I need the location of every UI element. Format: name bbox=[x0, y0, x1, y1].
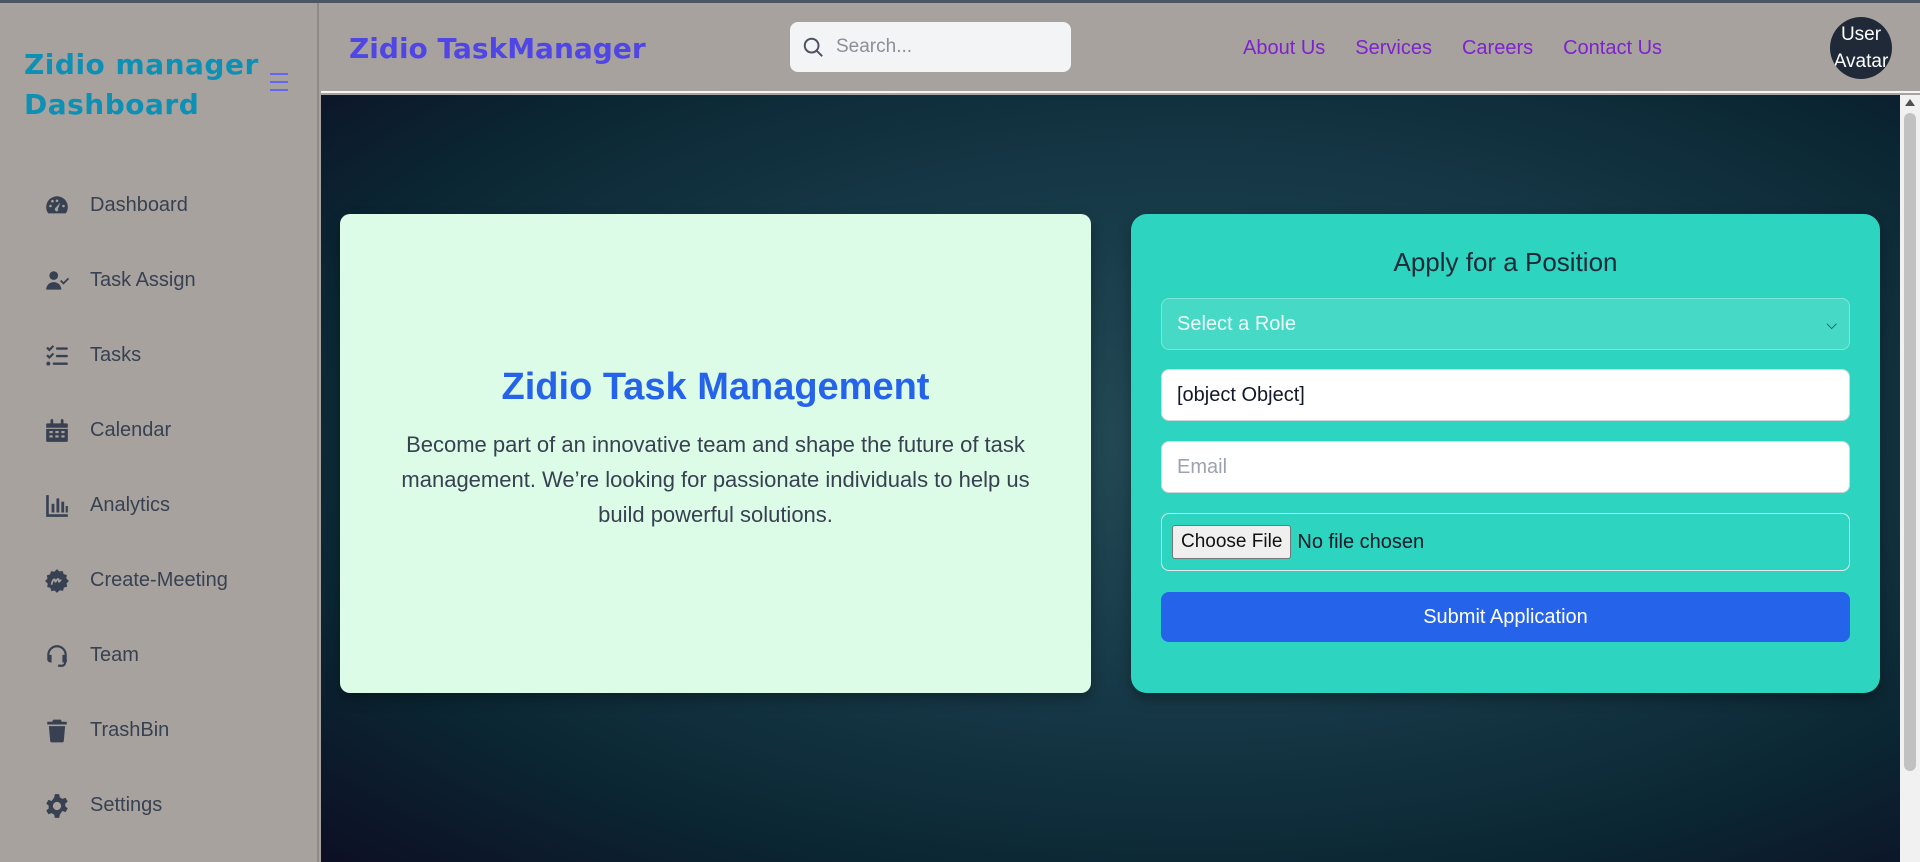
list-check-icon bbox=[44, 343, 70, 369]
role-select-value: Select a Role bbox=[1177, 312, 1296, 335]
chevron-down-icon: ⌵ bbox=[1826, 315, 1837, 332]
search-input[interactable] bbox=[836, 36, 1056, 58]
hero-card: Zidio Task Management Become part of an … bbox=[340, 214, 1091, 693]
resume-file-input[interactable]: Choose File No file chosen bbox=[1161, 513, 1850, 571]
email-field[interactable]: Email bbox=[1161, 441, 1850, 493]
app-title: Zidio TaskManager bbox=[349, 32, 646, 65]
submit-application-button[interactable]: Submit Application bbox=[1161, 592, 1850, 642]
trash-icon bbox=[44, 718, 70, 744]
sidebar-item-create-meeting[interactable]: Create-Meeting bbox=[0, 543, 317, 618]
main-content: Zidio Task Management Become part of an … bbox=[321, 95, 1900, 862]
form-title: Apply for a Position bbox=[1393, 247, 1618, 277]
hero-title: Zidio Task Management bbox=[501, 365, 930, 408]
headset-icon bbox=[44, 643, 70, 669]
sidebar-item-task-assign[interactable]: Task Assign bbox=[0, 243, 317, 318]
sidebar: Zidio manager Dashboard Dashboard Task A… bbox=[0, 3, 319, 862]
sidebar-item-analytics[interactable]: Analytics bbox=[0, 468, 317, 543]
scrollbar[interactable] bbox=[1900, 95, 1920, 862]
sidebar-item-tasks[interactable]: Tasks bbox=[0, 318, 317, 393]
sidebar-item-label: Settings bbox=[90, 794, 163, 816]
top-header: Zidio TaskManager About Us Services Care… bbox=[321, 3, 1920, 93]
link-contact-us[interactable]: Contact Us bbox=[1563, 37, 1662, 60]
bar-chart-icon bbox=[44, 493, 70, 519]
avatar[interactable]: User Avatar bbox=[1830, 17, 1892, 79]
sidebar-item-settings[interactable]: Settings bbox=[0, 768, 317, 843]
calendar-icon bbox=[44, 418, 70, 444]
file-status: No file chosen bbox=[1297, 530, 1425, 553]
link-careers[interactable]: Careers bbox=[1462, 37, 1533, 60]
gauge-icon bbox=[44, 193, 70, 219]
search-box[interactable] bbox=[790, 22, 1071, 72]
sidebar-item-dashboard[interactable]: Dashboard bbox=[0, 168, 317, 243]
sidebar-item-label: Create-Meeting bbox=[90, 569, 228, 591]
hero-description: Become part of an innovative team and sh… bbox=[401, 431, 1030, 527]
sidebar-item-label: Task Assign bbox=[90, 269, 196, 291]
application-form: Apply for a Position Select a Role ⌵ [ob… bbox=[1131, 214, 1880, 693]
choose-file-button[interactable]: Choose File bbox=[1172, 525, 1292, 559]
sidebar-item-trashbin[interactable]: TrashBin bbox=[0, 693, 317, 768]
sidebar-item-label: Dashboard bbox=[90, 194, 188, 216]
name-field[interactable]: [object Object] bbox=[1161, 369, 1850, 421]
user-check-icon bbox=[44, 268, 70, 294]
search-icon bbox=[803, 37, 823, 57]
sidebar-item-label: Analytics bbox=[90, 494, 171, 516]
scroll-up-arrow-icon[interactable] bbox=[1905, 99, 1915, 106]
sidebar-item-label: Calendar bbox=[90, 419, 172, 441]
sidebar-item-label: TrashBin bbox=[90, 719, 170, 741]
sidebar-item-label: Tasks bbox=[90, 344, 142, 366]
sidebar-item-team[interactable]: Team bbox=[0, 618, 317, 693]
role-select[interactable]: Select a Role ⌵ bbox=[1161, 298, 1850, 350]
top-nav: About Us Services Careers Contact Us bbox=[1243, 37, 1692, 60]
meeting-icon bbox=[44, 568, 70, 594]
sidebar-item-label: Team bbox=[90, 644, 139, 666]
scrollbar-thumb[interactable] bbox=[1904, 113, 1916, 771]
sidebar-nav: Dashboard Task Assign Tasks Calendar Ana… bbox=[0, 168, 317, 843]
sidebar-item-calendar[interactable]: Calendar bbox=[0, 393, 317, 468]
sidebar-brand: Zidio manager Dashboard bbox=[24, 48, 259, 121]
link-services[interactable]: Services bbox=[1355, 37, 1432, 60]
link-about-us[interactable]: About Us bbox=[1243, 37, 1325, 60]
gear-icon bbox=[44, 793, 70, 819]
hamburger-icon[interactable] bbox=[270, 73, 294, 93]
